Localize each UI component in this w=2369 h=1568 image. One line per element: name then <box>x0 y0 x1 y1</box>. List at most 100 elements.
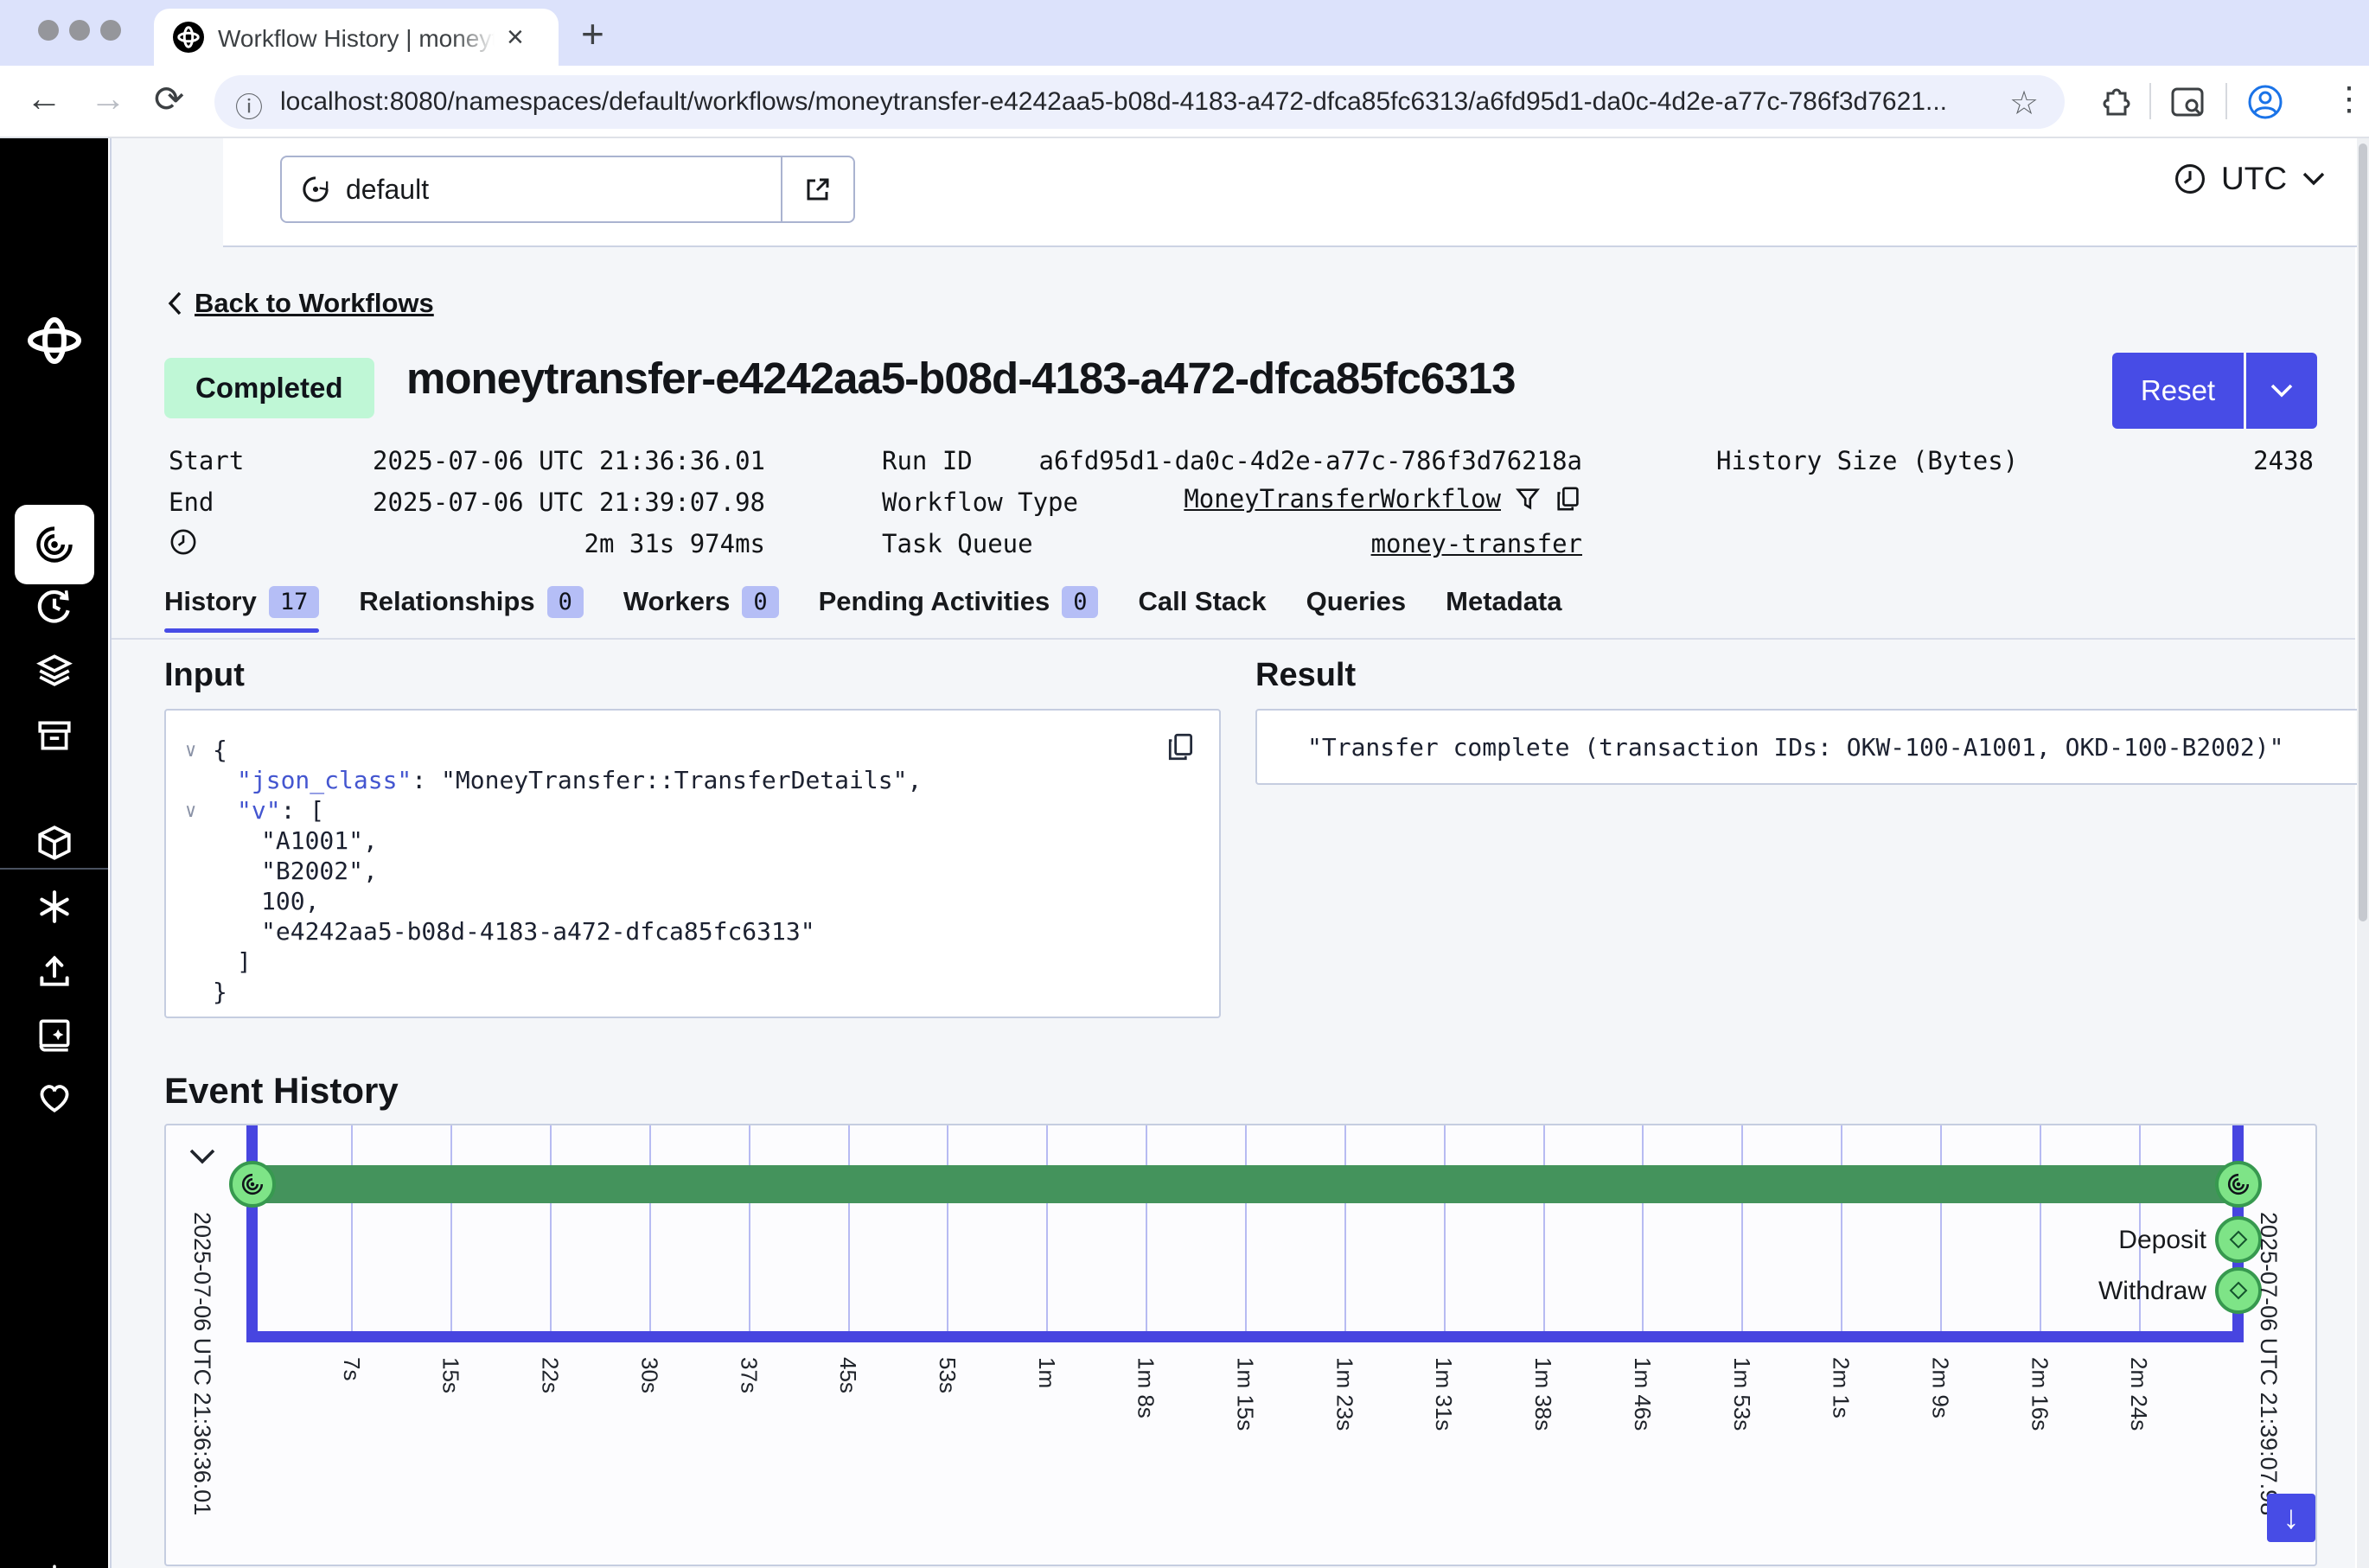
reset-split-button: Reset <box>2112 353 2317 429</box>
clock-icon <box>2173 162 2207 196</box>
workflow-end-node[interactable] <box>2215 1161 2262 1208</box>
task-queue-link[interactable]: money-transfer <box>882 529 1582 558</box>
namespace-selector-main[interactable]: default <box>282 157 781 221</box>
reload-icon[interactable]: ⟳ <box>154 78 184 120</box>
browser-toolbar: ← → ⟳ ⓘ localhost:8080/namespaces/defaul… <box>0 66 2369 138</box>
tab-pending-activities[interactable]: Pending Activities0 <box>819 581 1099 622</box>
tab-workers[interactable]: Workers0 <box>623 581 779 622</box>
tab-relationships[interactable]: Relationships0 <box>359 581 584 622</box>
tick-label: 1m 53s <box>1728 1357 1755 1431</box>
url-text[interactable]: localhost:8080/namespaces/default/workfl… <box>280 87 2208 117</box>
gridline <box>450 1125 452 1331</box>
json-line: 100, <box>166 886 1219 916</box>
app-header: default UTC <box>223 138 2369 247</box>
tabs-divider <box>112 638 2355 640</box>
json-line: "json_class": "MoneyTransfer::TransferDe… <box>166 765 1219 795</box>
browser-tabstrip: Workflow History | moneytran × + <box>0 0 2369 66</box>
tick-label: 1m 15s <box>1232 1357 1259 1431</box>
json-line: ∨{ <box>166 735 1219 765</box>
json-line: ] <box>166 947 1219 977</box>
tab-label: Relationships <box>359 586 534 617</box>
scroll-to-bottom-button[interactable]: ↓ <box>2267 1494 2315 1542</box>
window-minimize-button[interactable] <box>69 20 90 41</box>
back-to-workflows-link[interactable]: Back to Workflows <box>167 288 434 319</box>
external-link-icon <box>803 175 833 204</box>
extensions-icon[interactable] <box>2096 85 2132 121</box>
json-key: "v" <box>237 796 281 825</box>
duration-value: 2m 31s 974ms <box>169 529 765 558</box>
theme-toggle-sun-icon[interactable] <box>0 1563 108 1568</box>
end-value: 2025-07-06 UTC 21:39:07.98 <box>169 488 765 517</box>
tab-metadata[interactable]: Metadata <box>1446 581 1561 622</box>
sidebar-item-nexus[interactable] <box>0 887 108 927</box>
input-copy-button[interactable] <box>1165 731 1197 762</box>
copy-icon[interactable] <box>1555 485 1582 513</box>
search-tabs-icon[interactable] <box>2170 86 2205 119</box>
profile-icon[interactable] <box>2246 83 2284 121</box>
input-heading: Input <box>164 657 245 694</box>
namespace-selector[interactable]: default <box>280 156 855 223</box>
sidebar-item-workflows-active[interactable] <box>15 505 94 584</box>
tick-label: 2m 9s <box>1926 1357 1953 1418</box>
scrollbar-thumb[interactable] <box>2359 143 2367 921</box>
event-history-timeline: Deposit Withdraw 2025-07-06 UTC 21:36:36… <box>164 1124 2317 1566</box>
json-line: "A1001", <box>166 825 1219 856</box>
tick-label: 1m 31s <box>1430 1357 1457 1431</box>
workflow-type-link[interactable]: MoneyTransferWorkflow <box>1184 484 1501 513</box>
browser-tab[interactable]: Workflow History | moneytran × <box>154 9 559 66</box>
timezone-selector[interactable]: UTC <box>2173 161 2327 197</box>
new-tab-button[interactable]: + <box>581 10 604 57</box>
sidebar-item-import[interactable] <box>0 951 108 991</box>
timeline-end-datetime: 2025-07-06 UTC 21:39:07.98 <box>2255 1212 2282 1515</box>
gridline <box>1444 1125 1446 1331</box>
url-bar[interactable]: ⓘ localhost:8080/namespaces/default/work… <box>214 75 2065 129</box>
workflow-start-node[interactable] <box>229 1161 276 1208</box>
json-text: 100, <box>261 887 319 915</box>
input-json: ∨{"json_class": "MoneyTransfer::Transfer… <box>166 735 1219 1007</box>
back-icon[interactable]: ← <box>26 78 62 119</box>
tab-history[interactable]: History17 <box>164 581 319 622</box>
gridline <box>1543 1125 1545 1331</box>
tick-label: 1m 23s <box>1331 1357 1357 1431</box>
gridline <box>947 1125 948 1331</box>
reset-button[interactable]: Reset <box>2112 353 2244 429</box>
sidebar-item-feedback-heart[interactable] <box>0 1077 108 1117</box>
browser-menu-icon[interactable]: ⋮ <box>2333 80 2366 118</box>
timeline-collapse-chevron-icon[interactable] <box>187 1146 218 1167</box>
result-value: "Transfer complete (transaction IDs: OKW… <box>1307 733 2283 762</box>
bookmark-star-icon[interactable]: ☆ <box>2009 84 2039 123</box>
json-line: "B2002", <box>166 856 1219 886</box>
json-text: ] <box>237 947 252 976</box>
namespace-open-button[interactable] <box>781 157 853 221</box>
sidebar-item-docs[interactable] <box>0 1015 108 1055</box>
gridline <box>1642 1125 1644 1331</box>
temporal-logo-icon[interactable] <box>0 316 108 365</box>
workflow-execution-span[interactable] <box>258 1165 2232 1203</box>
workflow-tabs: History17 Relationships0 Workers0 Pending A… <box>164 581 1562 622</box>
chevron-left-icon <box>167 290 182 316</box>
window-zoom-button[interactable] <box>100 20 121 41</box>
tab-close-icon[interactable]: × <box>507 21 524 54</box>
tick-label: 22s <box>537 1357 564 1393</box>
collapse-chevron-icon[interactable]: ∨ <box>185 736 196 766</box>
start-value: 2025-07-06 UTC 21:36:36.01 <box>169 446 765 475</box>
collapse-chevron-icon[interactable]: ∨ <box>185 796 196 826</box>
filter-funnel-icon[interactable] <box>1515 486 1541 512</box>
site-info-icon[interactable]: ⓘ <box>235 86 263 125</box>
tab-queries[interactable]: Queries <box>1306 581 1406 622</box>
window-close-button[interactable] <box>38 20 59 41</box>
reset-menu-button[interactable] <box>2246 353 2317 429</box>
gridline <box>749 1125 750 1331</box>
sidebar-item-schedules[interactable] <box>0 586 108 626</box>
forward-icon[interactable]: → <box>90 78 126 119</box>
gridline <box>351 1125 353 1331</box>
tick-label: 15s <box>437 1357 464 1393</box>
tab-call-stack[interactable]: Call Stack <box>1138 581 1266 622</box>
gridline <box>1146 1125 1147 1331</box>
toolbar-divider <box>2225 83 2227 119</box>
input-card: ∨{"json_class": "MoneyTransfer::Transfer… <box>164 709 1221 1018</box>
gridline <box>649 1125 651 1331</box>
sidebar-item-labs[interactable] <box>0 823 108 863</box>
sidebar-item-batch-operations[interactable] <box>0 716 108 755</box>
sidebar-item-deployments[interactable] <box>0 650 108 690</box>
